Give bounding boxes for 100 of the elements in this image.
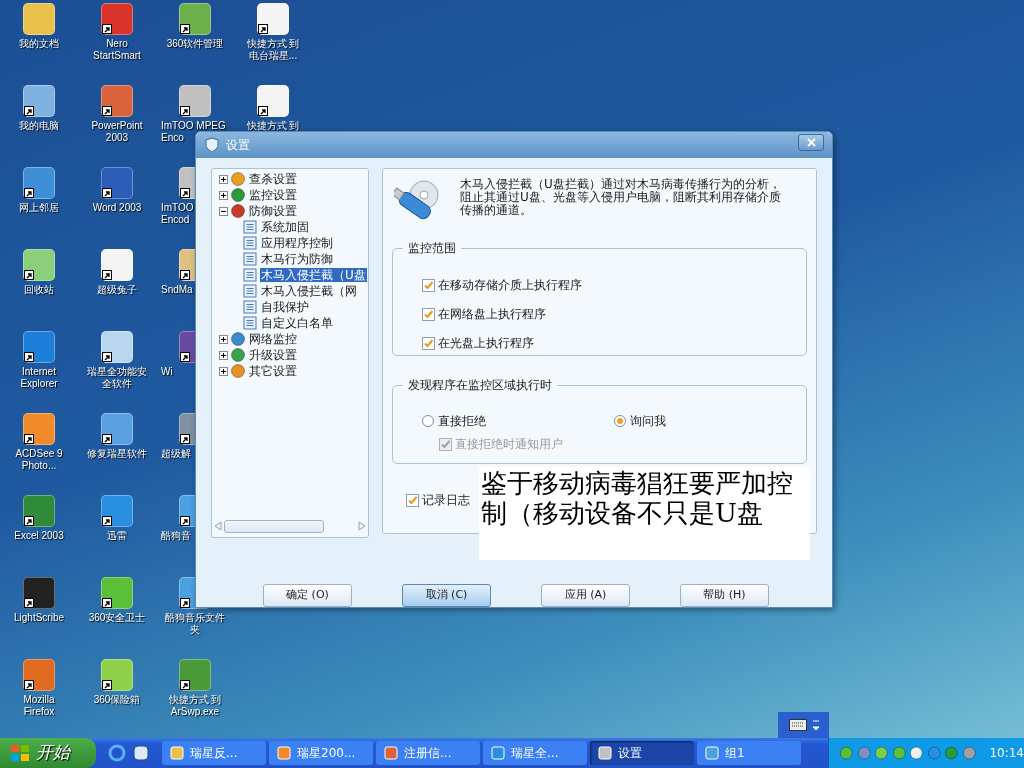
icon-label: ACDSee 9 Photo... [15,448,63,472]
program-icon [170,746,184,760]
program-icon[interactable] [101,413,133,445]
icon-label: 酷狗音 [161,530,191,542]
expand-toggle[interactable] [219,366,228,376]
radio-button[interactable] [614,415,626,427]
program-icon[interactable] [101,331,133,363]
icon-label: Internet Explorer [20,366,58,390]
dropdown-arrow-icon [812,719,819,731]
icon-label: 超级解 [161,448,191,460]
checkbox[interactable] [406,493,419,507]
category-icon [230,347,246,363]
icon-label: ImTOO MPEG Enco [161,120,226,144]
tree-item[interactable]: 升级设置 [248,348,298,362]
tree-item[interactable]: 木马入侵拦截（网 [260,284,358,298]
program-icon[interactable] [257,85,289,117]
app-icon[interactable] [132,744,150,762]
taskbar-button[interactable]: 瑞星全... [483,741,587,765]
icon-label: 修复瑞星软件 [87,448,147,460]
program-icon[interactable] [101,85,133,117]
program-icon[interactable] [23,659,55,691]
program-icon[interactable] [179,3,211,35]
tree-item[interactable]: 木马行为防御 [260,252,334,266]
icon-label: 360保险箱 [93,694,141,706]
tree-item[interactable]: 查杀设置 [248,172,298,186]
dialog-button[interactable]: 帮助 (H) [680,584,769,607]
option-label: 在移动存储介质上执行程序 [438,278,582,292]
icon-label: Word 2003 [92,202,142,214]
program-icon [705,746,719,760]
category-icon [230,203,246,219]
program-icon[interactable] [23,413,55,445]
tree-item[interactable]: 网络监控 [248,332,298,346]
category-icon [230,363,246,379]
checkbox[interactable] [422,278,435,292]
program-icon[interactable] [101,577,133,609]
program-icon[interactable] [23,85,55,117]
expand-toggle[interactable] [219,174,228,184]
page-icon [243,284,257,298]
dialog-button[interactable]: 应用 (A) [541,584,630,607]
program-icon[interactable] [23,495,55,527]
tree-item[interactable]: 木马入侵拦截（U盘 [260,268,367,282]
icon-label: 快捷方式 到 ArSwp.exe [168,694,222,718]
tree-item[interactable]: 应用程序控制 [260,236,334,250]
category-icon [230,331,246,347]
tree-item[interactable]: 系统加固 [260,220,310,234]
program-icon[interactable] [23,167,55,199]
expand-toggle[interactable] [219,190,228,200]
start-button[interactable]: 开始 [0,738,96,768]
taskbar-button[interactable]: 瑞星反... [162,741,266,765]
tree-item[interactable]: 监控设置 [248,188,298,202]
radio-button[interactable] [422,415,434,427]
taskbar-button[interactable]: 组1 [697,741,801,765]
program-icon[interactable] [101,167,133,199]
checkbox[interactable] [422,307,435,321]
icon-label: ImTOO Encod [161,202,194,226]
icon-label: SndMa [161,284,193,296]
option-label: 在网络盘上执行程序 [438,307,546,321]
expand-toggle[interactable] [219,334,228,344]
taskbar-button[interactable]: 设置 [590,741,694,765]
program-icon[interactable] [23,577,55,609]
description-text: 木马入侵拦截（U盘拦截）通过对木马病毒传播行为的分析，阻止其通过U盘、光盘等入侵用户电脑，阻断其利用存储介质传播的通道。 [460,178,782,217]
expand-toggle[interactable] [219,350,228,360]
keyboard-icon [788,719,807,731]
plus-icon [220,367,227,375]
tree-item[interactable]: 防御设置 [248,204,298,218]
program-icon[interactable] [101,659,133,691]
program-icon[interactable] [23,331,55,363]
icon-label: Excel 2003 [14,530,64,542]
option-label: 记录日志 [422,493,470,507]
collapse-toggle[interactable] [219,206,228,216]
taskbar-button[interactable]: 瑞星200... [269,741,373,765]
icon-label: 快捷方式 到 [246,120,300,132]
program-icon[interactable] [101,3,133,35]
program-icon[interactable] [257,3,289,35]
tray-icon[interactable] [909,745,924,761]
tree-item[interactable]: 自定义白名单 [260,316,334,330]
icon-label: 网上邻居 [19,202,59,214]
program-icon[interactable] [101,495,133,527]
dialog-button[interactable]: 确定 (O) [263,584,352,607]
page-icon [243,236,257,250]
group-title: 监控范围 [403,241,461,255]
page-icon [243,300,257,314]
tree-item[interactable]: 自我保护 [260,300,310,314]
checkbox[interactable] [422,336,435,350]
browser-icon[interactable] [108,744,126,762]
program-icon[interactable] [101,249,133,281]
window-title: 设置 [226,137,250,154]
taskbar-button[interactable]: 注册信... [376,741,480,765]
plus-icon [220,335,227,343]
program-icon [277,746,291,760]
note-text: 鉴于移动病毒猖狂要严加控制（移动设备不只是U盘 [481,468,794,528]
icon-label: 瑞星全功能安全软件 [86,366,148,390]
dialog-button[interactable]: 取消 (C) [402,584,491,607]
language-bar[interactable] [778,712,829,738]
icon-label: 酷狗音乐文件夹 [164,612,226,636]
program-icon[interactable] [179,659,211,691]
program-icon[interactable] [23,249,55,281]
close-button[interactable] [798,133,824,151]
tree-item[interactable]: 其它设置 [248,364,298,378]
program-icon[interactable] [179,85,211,117]
